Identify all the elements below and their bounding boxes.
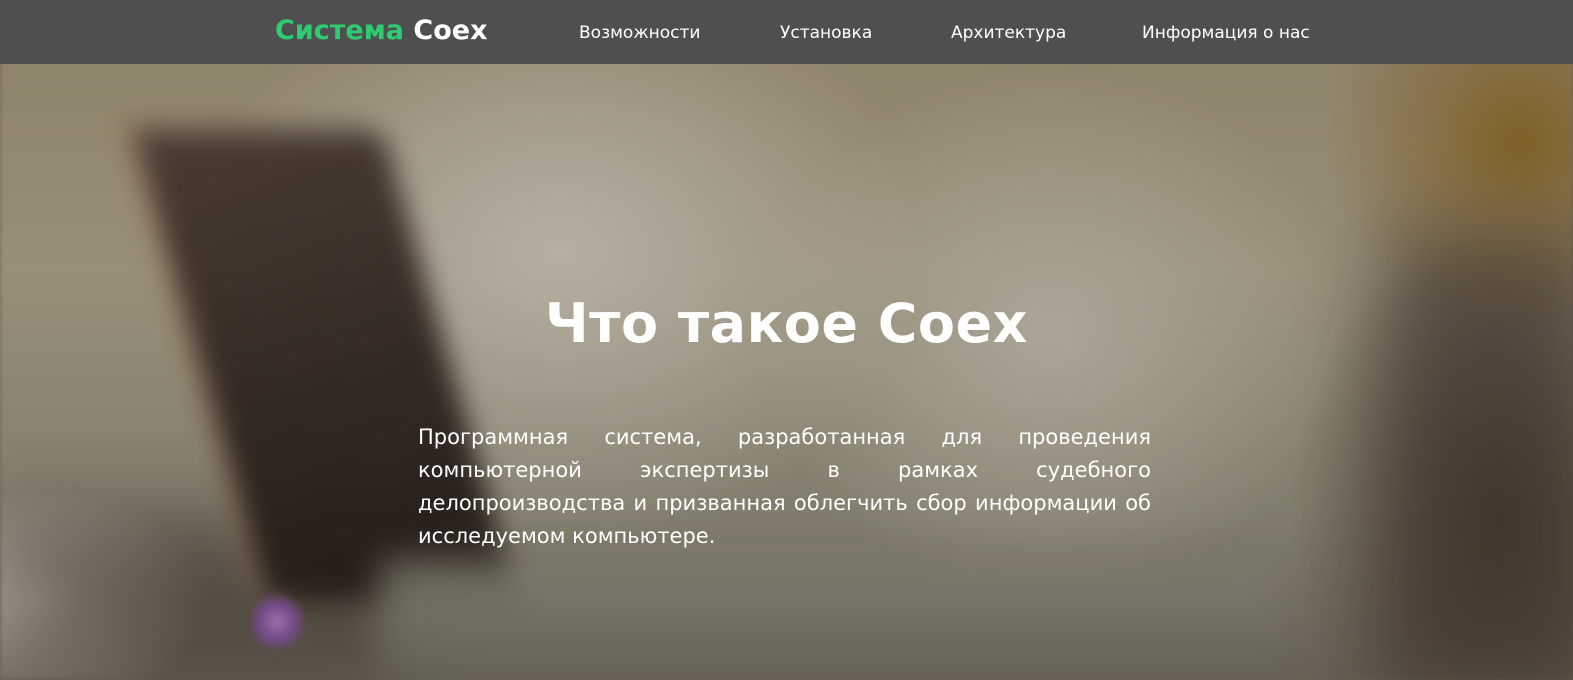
nav-link-architecture[interactable]: Архитектура — [951, 22, 1066, 44]
brand-main-text: Coex — [413, 15, 488, 46]
nav-link-installation[interactable]: Установка — [780, 22, 872, 44]
navbar: Система Coex Возможности Установка Архит… — [0, 0, 1573, 64]
nav-link-features[interactable]: Возможности — [579, 22, 700, 44]
hero-description: Программная система, разработанная для п… — [418, 425, 1151, 548]
brand-accent-text: Система — [275, 15, 404, 46]
brand-logo[interactable]: Система Coex — [275, 14, 488, 48]
page: Система Coex Возможности Установка Архит… — [0, 0, 1573, 680]
hero-title: Что такое Coex — [545, 292, 1028, 355]
nav-link-about[interactable]: Информация о нас — [1142, 22, 1310, 44]
